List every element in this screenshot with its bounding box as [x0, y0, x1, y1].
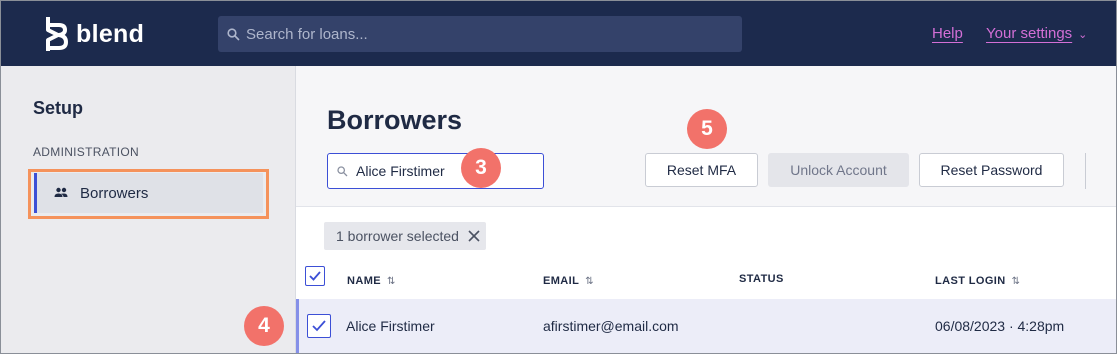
sidebar-section-label: ADMINISTRATION [33, 145, 139, 159]
column-header-label: STATUS [739, 273, 784, 285]
sidebar-title: Setup [33, 98, 84, 118]
brand-name: blend [76, 19, 145, 48]
help-link[interactable]: Help [932, 25, 963, 42]
callout-badge-3: 3 [461, 148, 501, 188]
checkmark-icon [309, 271, 321, 281]
sort-icon[interactable]: ⇅ [1012, 276, 1021, 287]
blend-logo-icon [46, 17, 68, 51]
callout-badge-4: 4 [244, 306, 284, 346]
reset-mfa-button[interactable]: Reset MFA [645, 153, 758, 187]
borrower-search-value: Alice Firstimer [356, 163, 445, 179]
app-window: blend Help Your settings ⌄ Setup ADMINIST… [0, 0, 1117, 354]
checkmark-icon [312, 320, 326, 332]
unlock-account-button[interactable]: Unlock Account [768, 153, 909, 187]
brand-logo[interactable]: blend [45, 15, 144, 53]
sort-icon[interactable]: ⇅ [585, 276, 594, 287]
table-row[interactable]: Alice Firstimer afirstimer@email.com 06/… [296, 299, 1116, 353]
highlight-box [28, 169, 269, 219]
column-header-name[interactable]: NAME ⇅ [347, 275, 396, 287]
column-header-label: LAST LOGIN [935, 275, 1006, 287]
page-title: Borrowers [327, 105, 463, 135]
top-navigation-bar: blend Help Your settings ⌄ [1, 1, 1116, 66]
cell-last-login: 06/08/2023 · 4:28pm [935, 318, 1065, 334]
selection-chip: 1 borrower selected [324, 222, 486, 250]
column-header-label: EMAIL [543, 275, 580, 287]
chevron-down-icon: ⌄ [1078, 29, 1088, 41]
column-header-label: NAME [347, 275, 381, 287]
cell-email: afirstimer@email.com [543, 318, 679, 334]
close-icon[interactable] [468, 230, 480, 242]
your-settings-menu[interactable]: Your settings ⌄ [986, 25, 1087, 42]
cell-name[interactable]: Alice Firstimer [346, 318, 435, 334]
callout-badge-5: 5 [687, 109, 727, 149]
row-checkbox[interactable] [307, 314, 331, 338]
loan-search-input[interactable] [244, 24, 728, 44]
search-icon [337, 165, 348, 176]
select-all-checkbox[interactable] [305, 266, 325, 286]
reset-password-button[interactable]: Reset Password [919, 153, 1064, 187]
selection-chip-label: 1 borrower selected [336, 228, 459, 244]
loan-search-bar[interactable] [218, 16, 742, 52]
borrower-search-field[interactable]: Alice Firstimer [327, 153, 544, 189]
column-header-last-login[interactable]: LAST LOGIN ⇅ [935, 275, 1020, 287]
toolbar-divider [1085, 153, 1086, 189]
search-icon [227, 27, 240, 41]
your-settings-label: Your settings [986, 25, 1073, 42]
column-header-status: STATUS [739, 273, 784, 285]
table-header: NAME ⇅ EMAIL ⇅ STATUS LAST LOGIN ⇅ [296, 263, 1116, 299]
sort-icon[interactable]: ⇅ [387, 276, 396, 287]
column-header-email[interactable]: EMAIL ⇅ [543, 275, 594, 287]
